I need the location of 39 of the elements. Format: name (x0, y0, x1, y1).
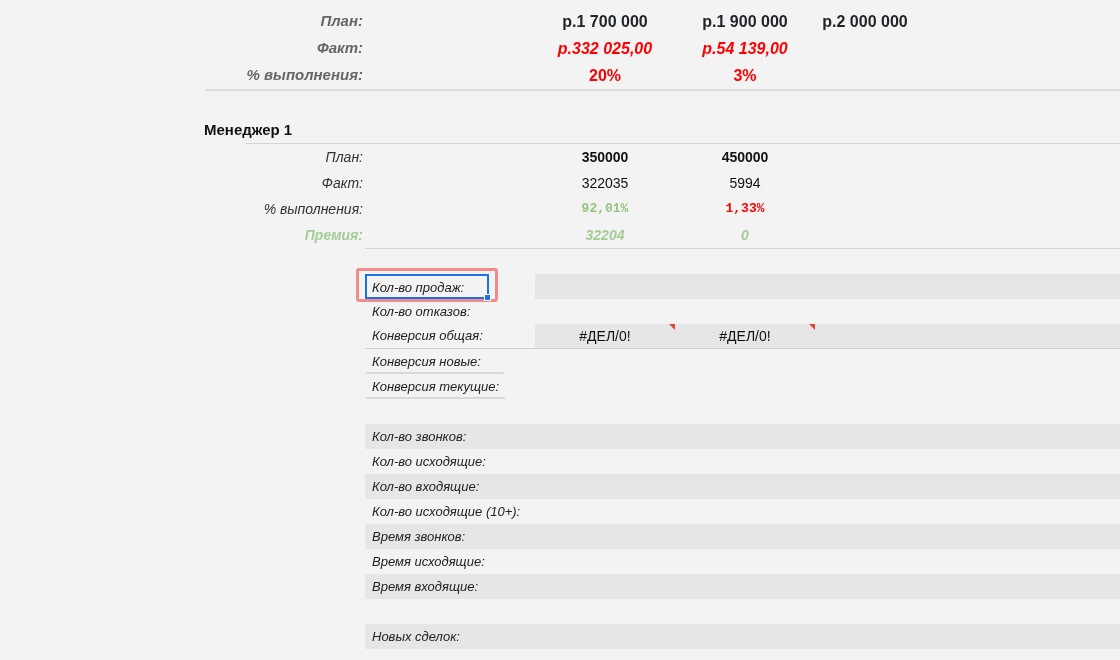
row-label[interactable]: Кол-во исходящие: (365, 451, 493, 472)
row-label: Факт: (317, 38, 363, 59)
row-label[interactable]: Кол-во входящие: (365, 476, 489, 497)
value-cell-text: 450000 (721, 147, 769, 167)
row-label[interactable]: Кол-во исходящие (10+): (365, 501, 528, 522)
row-label: % выполнения: (263, 199, 363, 219)
row-label[interactable]: Конверсия новые: (365, 352, 505, 374)
row-label: План: (325, 147, 363, 167)
value-cell-text: р.1 700 000 (562, 11, 648, 32)
value-cell-text: р.54 139,00 (702, 38, 788, 59)
row-label[interactable]: Время звонков: (365, 526, 489, 547)
selected-cell[interactable]: Кол-во продаж: (365, 274, 489, 299)
value-cell-text: 0 (741, 225, 749, 245)
value-cell-text: 92,01% (581, 200, 629, 219)
row-label[interactable]: Конверсия общая: (365, 326, 490, 346)
value-cell-text: 32204 (585, 225, 625, 245)
row-label[interactable]: Время исходящие: (365, 551, 492, 572)
fill-handle[interactable] (484, 294, 491, 301)
value-cell-text: 5994 (729, 173, 761, 193)
value-cell-text: 20% (589, 65, 621, 86)
error-value: #ДЕЛ/0! (719, 326, 771, 346)
section-title: Менеджер 1 (204, 120, 294, 140)
row-label[interactable]: Кол-во звонков: (365, 426, 489, 447)
value-cell-text: 322035 (581, 173, 629, 193)
row-label: Премия: (304, 225, 363, 245)
row-label[interactable]: Кол-во отказов: (365, 301, 489, 322)
value-cell-text: р.1 900 000 (702, 11, 788, 32)
value-cell-text: 350000 (581, 147, 629, 167)
row-label: % выполнения: (246, 65, 363, 86)
row-label[interactable]: Конверсия текущие: (365, 377, 507, 399)
row-label[interactable]: Время входящие: (365, 576, 489, 597)
row-label[interactable]: Новых сделок: (365, 626, 489, 647)
value-cell-text: р.332 025,00 (557, 38, 653, 59)
error-value: #ДЕЛ/0! (579, 326, 631, 346)
value-cell-text: р.2 000 000 (822, 11, 908, 32)
row-label: Факт: (321, 173, 363, 193)
value-cell-text: 3% (733, 65, 757, 86)
row-label: План: (320, 11, 363, 32)
value-cell-text: 1,33% (725, 200, 765, 219)
